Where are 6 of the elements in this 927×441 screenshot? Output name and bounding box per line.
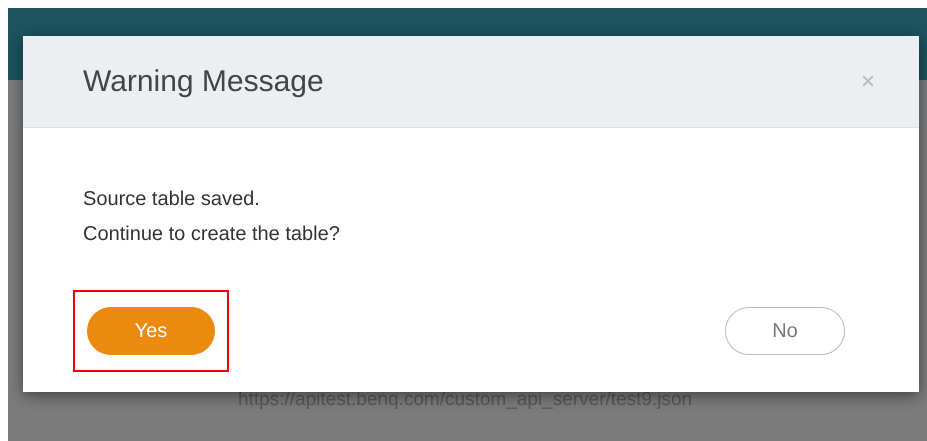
no-button[interactable]: No (725, 307, 845, 355)
close-button[interactable]: × (860, 68, 875, 96)
dialog-title: Warning Message (83, 64, 324, 98)
yes-button[interactable]: Yes (87, 307, 215, 355)
message-text: Continue to create the table? (83, 223, 341, 246)
message-text: Source table saved. (83, 188, 261, 211)
